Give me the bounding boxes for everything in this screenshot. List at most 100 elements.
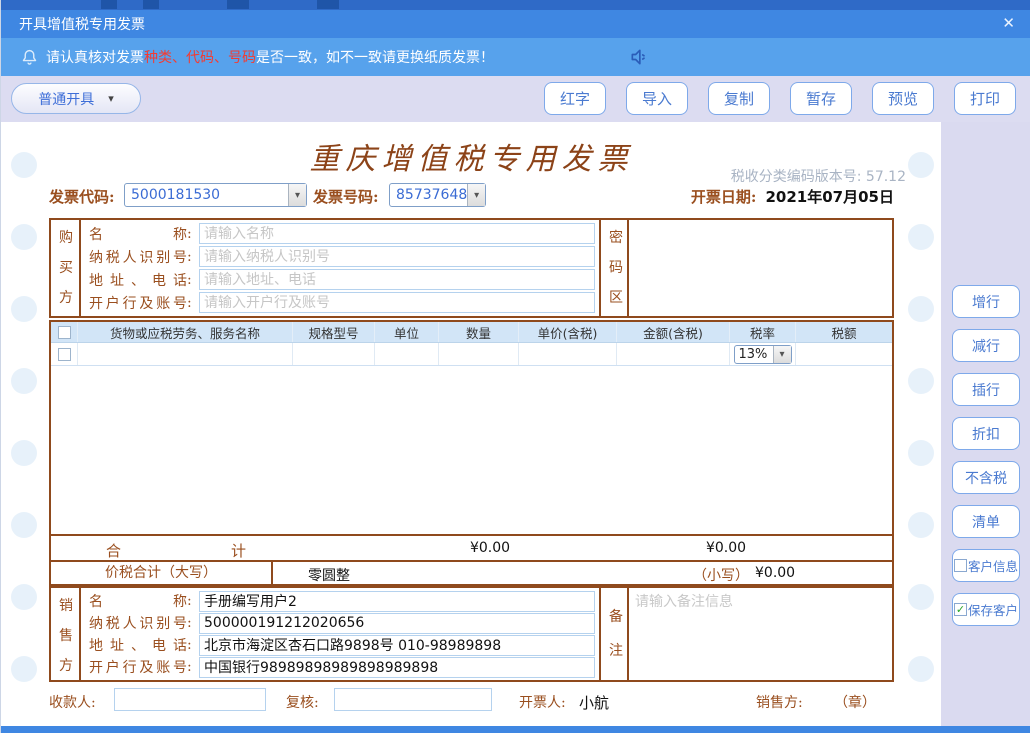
invoice-sheet: 重庆增值税专用发票 税收分类编码版本号: 57.12 发票代码: 5000181… (1, 122, 941, 726)
buyer-address-label: 地址、电话 (89, 270, 187, 290)
remove-row-button[interactable]: 减行 (952, 329, 1020, 362)
item-row: 13% ▾ (51, 343, 892, 366)
background-fragment (143, 0, 159, 9)
item-unit-cell[interactable] (375, 343, 439, 365)
label-colon: : (187, 615, 197, 631)
print-button[interactable]: 打印 (954, 82, 1016, 115)
punch-dot (908, 152, 934, 178)
col-header-spec: 规格型号 (293, 322, 375, 342)
invoice-number-select[interactable]: 85737648 ▾ (389, 183, 486, 207)
item-spec-cell[interactable] (293, 343, 375, 365)
invoice-number-label: 发票号码: (313, 186, 379, 207)
speaker-icon[interactable] (629, 47, 649, 71)
invoice-number-value: 85737648 (390, 187, 467, 203)
list-button[interactable]: 清单 (952, 505, 1020, 538)
background-fragment (227, 0, 249, 9)
chevron-down-icon[interactable]: ▾ (288, 184, 306, 206)
label-colon: : (187, 659, 197, 675)
row-checkbox[interactable] (58, 348, 71, 361)
notice-bar: 请认真核对发票种类、代码、号码是否一致，如不一致请更换纸质发票！ (1, 38, 1030, 76)
invoice-footer: 收款人: 复核: 开票人: 小航 销售方: （章） (49, 688, 894, 714)
punch-dot (908, 224, 934, 250)
punch-dot (908, 440, 934, 466)
remark-textarea[interactable] (629, 588, 892, 680)
punch-dot (908, 512, 934, 538)
notice-text-highlight: 种类、代码、号码 (144, 47, 256, 67)
seller-address-label: 地址、电话 (89, 635, 187, 655)
close-icon[interactable]: ✕ (1002, 14, 1015, 32)
punch-dot (908, 296, 934, 322)
col-header-amount: 金额(含税) (617, 322, 730, 342)
seller-taxid-label: 纳税人识别号 (89, 613, 187, 633)
item-amount-cell[interactable] (617, 343, 730, 365)
buyer-section: 购买方 名称: 纳税人识别号: 地址、电话: 开户行及账号: (49, 218, 894, 318)
discount-button[interactable]: 折扣 (952, 417, 1020, 450)
punch-dot (11, 368, 37, 394)
item-tax-rate-cell: 13% ▾ (730, 343, 796, 365)
item-name-cell[interactable] (78, 343, 293, 365)
totals-price-value: ¥0.00 (470, 540, 510, 556)
punch-dot (11, 656, 37, 682)
items-table-header: 货物或应税劳务、服务名称 规格型号 单位 数量 单价(含税) 金额(含税) 税率… (51, 322, 892, 343)
save-customer-label: 保存客户 (968, 600, 1018, 619)
preview-button[interactable]: 预览 (872, 82, 934, 115)
totals-row: 合计 ¥0.00 ¥0.00 (51, 534, 892, 560)
item-tax-amount-cell[interactable] (796, 343, 892, 365)
chevron-down-icon[interactable]: ▾ (773, 346, 791, 363)
item-unit-price-cell[interactable] (519, 343, 617, 365)
checkbox-unchecked-icon[interactable] (954, 559, 967, 572)
seller-address-input[interactable] (199, 635, 595, 656)
save-draft-button[interactable]: 暂存 (790, 82, 852, 115)
tax-rate-select[interactable]: 13% ▾ (734, 345, 792, 364)
punch-dot (908, 656, 934, 682)
punch-dot (11, 512, 37, 538)
buyer-name-input[interactable] (199, 223, 595, 244)
col-header-unit: 单位 (375, 322, 439, 342)
punch-dot (11, 440, 37, 466)
buyer-taxid-input[interactable] (199, 246, 595, 267)
background-fragment (101, 0, 117, 9)
seller-footer-label: 销售方: (756, 692, 803, 712)
tax-rate-value: 13% (735, 347, 773, 362)
payee-input[interactable] (114, 688, 266, 711)
bell-icon (21, 48, 38, 66)
seller-bank-label: 开户行及账号 (89, 657, 187, 677)
buyer-address-input[interactable] (199, 269, 595, 290)
seller-taxid-input[interactable] (199, 613, 595, 634)
punch-dot (11, 152, 37, 178)
background-fragment (317, 0, 339, 9)
insert-row-button[interactable]: 插行 (952, 373, 1020, 406)
select-all-checkbox[interactable] (58, 326, 71, 339)
label-colon: : (187, 226, 197, 242)
payee-label: 收款人: (49, 692, 96, 712)
grand-total-label: 价税合计（大写） (51, 562, 273, 584)
issue-mode-select[interactable]: 普通开具 ▾ (11, 83, 141, 114)
customer-info-toggle[interactable]: 客户信息 (952, 549, 1020, 582)
invoice-dialog: 开具增值税专用发票 ✕ 请认真核对发票种类、代码、号码是否一致，如不一致请更换纸… (0, 0, 1030, 733)
invoice-date-value: 2021年07月05日 (766, 188, 895, 206)
grand-total-small-value: ¥0.00 (755, 565, 795, 581)
add-row-button[interactable]: 增行 (952, 285, 1020, 318)
buyer-name-label: 名称 (89, 224, 187, 244)
drawer-label: 开票人: (519, 692, 566, 712)
seller-taxid-row: 纳税人识别号: (89, 612, 599, 634)
buyer-name-row: 名称: (89, 222, 599, 245)
chevron-down-icon[interactable]: ▾ (467, 184, 485, 206)
seller-name-input[interactable] (199, 591, 595, 612)
invoice-code-row: 发票代码: 5000181530 ▾ 发票号码: 85737648 ▾ 开票日期… (49, 183, 894, 209)
dialog-titlebar: 开具增值税专用发票 ✕ (1, 10, 1030, 38)
import-button[interactable]: 导入 (626, 82, 688, 115)
reviewer-label: 复核: (286, 692, 319, 712)
seller-bank-row: 开户行及账号: (89, 656, 599, 678)
buyer-bank-input[interactable] (199, 292, 595, 313)
reviewer-input[interactable] (334, 688, 492, 711)
item-quantity-cell[interactable] (439, 343, 519, 365)
tax-exclusive-button[interactable]: 不含税 (952, 461, 1020, 494)
seller-bank-input[interactable] (199, 657, 595, 678)
copy-button[interactable]: 复制 (708, 82, 770, 115)
invoice-code-select[interactable]: 5000181530 ▾ (124, 183, 307, 207)
red-letter-button[interactable]: 红字 (544, 82, 606, 115)
save-customer-toggle[interactable]: 保存客户 (952, 593, 1020, 626)
password-area-label: 密码区 (599, 220, 629, 316)
checkbox-checked-icon[interactable] (954, 603, 967, 616)
